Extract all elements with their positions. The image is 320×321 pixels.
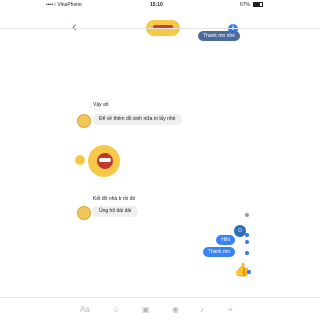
read-receipt-dot — [245, 233, 249, 237]
read-receipt-dot — [245, 213, 249, 217]
incoming-message[interactable]: Để về thêm đồ xinh nữa m lấy nhé — [92, 114, 183, 125]
incoming-text: Vậy ah — [93, 102, 109, 108]
message-composer: Aa ☺ ▣ ◉ ♪ ⌖ — [0, 297, 320, 321]
battery-indicator: 67% — [240, 2, 264, 8]
location-icon[interactable]: ⌖ — [228, 305, 233, 315]
battery-percent: 67% — [240, 2, 251, 8]
read-receipt-dot — [247, 270, 251, 274]
gallery-icon[interactable]: ▣ — [142, 305, 150, 315]
emoji-icon[interactable]: ☺ — [112, 305, 120, 315]
read-receipt-dot — [245, 251, 249, 255]
sender-avatar — [77, 206, 91, 220]
sticker-small — [75, 155, 85, 165]
incoming-message[interactable]: Ủng hộ dài dài — [92, 206, 139, 217]
outgoing-message[interactable]: Thank mn nhé — [198, 31, 240, 41]
outgoing-message[interactable]: Thank mn — [202, 247, 235, 257]
sticker-teeth — [99, 158, 111, 162]
conversation-header: ‹ i — [0, 10, 320, 36]
battery-icon — [253, 2, 264, 8]
back-chevron-icon[interactable]: ‹ — [72, 19, 77, 33]
text-format-icon[interactable]: Aa — [80, 305, 90, 315]
outgoing-message[interactable]: Hihi — [216, 235, 235, 245]
read-receipt-dot — [245, 240, 249, 244]
sender-avatar — [77, 114, 91, 128]
camera-icon[interactable]: ◉ — [172, 305, 179, 315]
clock: 15:10 — [150, 2, 163, 8]
carrier-label: ••••○ VinaPhone — [46, 2, 82, 8]
sticker-laugh[interactable] — [88, 145, 120, 177]
header-divider — [0, 28, 320, 29]
incoming-text: Kết đồ nhà b rồi đó — [93, 196, 136, 202]
status-bar: ••••○ VinaPhone 15:10 67% — [0, 0, 320, 10]
audio-icon[interactable]: ♪ — [200, 305, 204, 315]
